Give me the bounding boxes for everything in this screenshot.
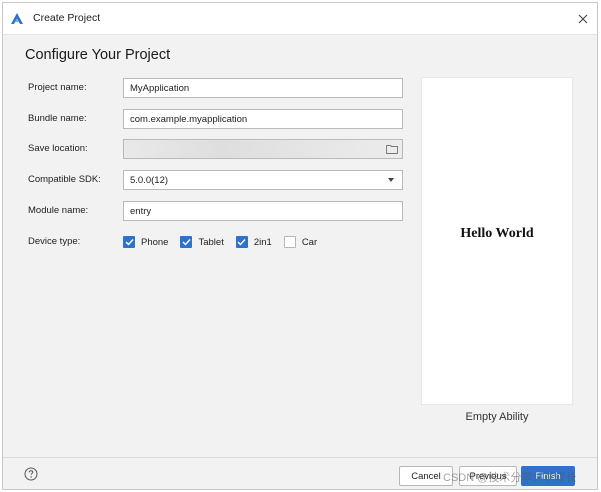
bundle-name-row: Bundle name: com.example.myapplication bbox=[3, 109, 413, 131]
bundle-name-input[interactable]: com.example.myapplication bbox=[123, 109, 403, 129]
module-name-input[interactable]: entry bbox=[123, 201, 403, 221]
module-name-label: Module name: bbox=[28, 205, 89, 216]
save-location-input[interactable] bbox=[123, 139, 403, 159]
bundle-name-label: Bundle name: bbox=[28, 113, 87, 124]
finish-button[interactable]: Finish bbox=[521, 466, 575, 486]
preview-hello-text: Hello World bbox=[460, 226, 534, 241]
folder-icon[interactable] bbox=[386, 144, 398, 154]
device-tablet-label: Tablet bbox=[198, 236, 224, 248]
compatible-sdk-value: 5.0.0(12) bbox=[130, 175, 169, 186]
save-location-label: Save location: bbox=[28, 143, 88, 154]
close-icon bbox=[578, 14, 588, 24]
deveco-logo-icon bbox=[11, 13, 23, 24]
create-project-dialog: Create Project Configure Your Project Pr… bbox=[2, 2, 598, 490]
compatible-sdk-row: Compatible SDK: 5.0.0(12) bbox=[3, 170, 413, 192]
checkbox-checked-icon bbox=[235, 236, 248, 248]
device-2in1-checkbox[interactable]: 2in1 bbox=[235, 236, 272, 248]
device-type-row: Device type: Phone Tablet 2in1 Car bbox=[3, 232, 413, 254]
device-car-checkbox[interactable]: Car bbox=[283, 236, 318, 248]
compatible-sdk-label: Compatible SDK: bbox=[28, 174, 101, 185]
module-name-row: Module name: entry bbox=[3, 201, 413, 223]
help-icon[interactable] bbox=[24, 467, 38, 481]
checkbox-checked-icon bbox=[123, 236, 135, 248]
device-phone-label: Phone bbox=[141, 236, 169, 248]
device-car-label: Car bbox=[301, 236, 318, 248]
project-name-row: Project name: MyApplication bbox=[3, 78, 413, 100]
chevron-down-icon bbox=[388, 178, 394, 182]
window-title: Create Project bbox=[33, 12, 101, 24]
dialog-footer: Cancel Previous Finish CSDN @技术分享共享成长 bbox=[3, 457, 597, 489]
compatible-sdk-select[interactable]: 5.0.0(12) bbox=[123, 170, 403, 190]
save-location-row: Save location: bbox=[3, 139, 413, 161]
device-tablet-checkbox[interactable]: Tablet bbox=[180, 236, 224, 248]
checkbox-checked-icon bbox=[180, 236, 193, 248]
cancel-button[interactable]: Cancel bbox=[399, 466, 453, 486]
project-name-input[interactable]: MyApplication bbox=[123, 78, 403, 98]
checkbox-unchecked-icon bbox=[283, 236, 296, 248]
template-name: Empty Ability bbox=[465, 411, 529, 423]
previous-button[interactable]: Previous bbox=[459, 466, 517, 486]
device-2in1-label: 2in1 bbox=[253, 236, 272, 248]
device-phone-checkbox[interactable]: Phone bbox=[123, 236, 168, 248]
close-button[interactable] bbox=[573, 9, 593, 29]
device-type-checkboxes: Phone Tablet 2in1 Car bbox=[123, 232, 329, 252]
project-name-label: Project name: bbox=[28, 82, 87, 93]
page-title: Configure Your Project bbox=[25, 47, 171, 63]
template-preview: Hello World bbox=[421, 77, 573, 405]
title-bar: Create Project bbox=[3, 3, 597, 35]
device-type-label: Device type: bbox=[28, 236, 81, 247]
